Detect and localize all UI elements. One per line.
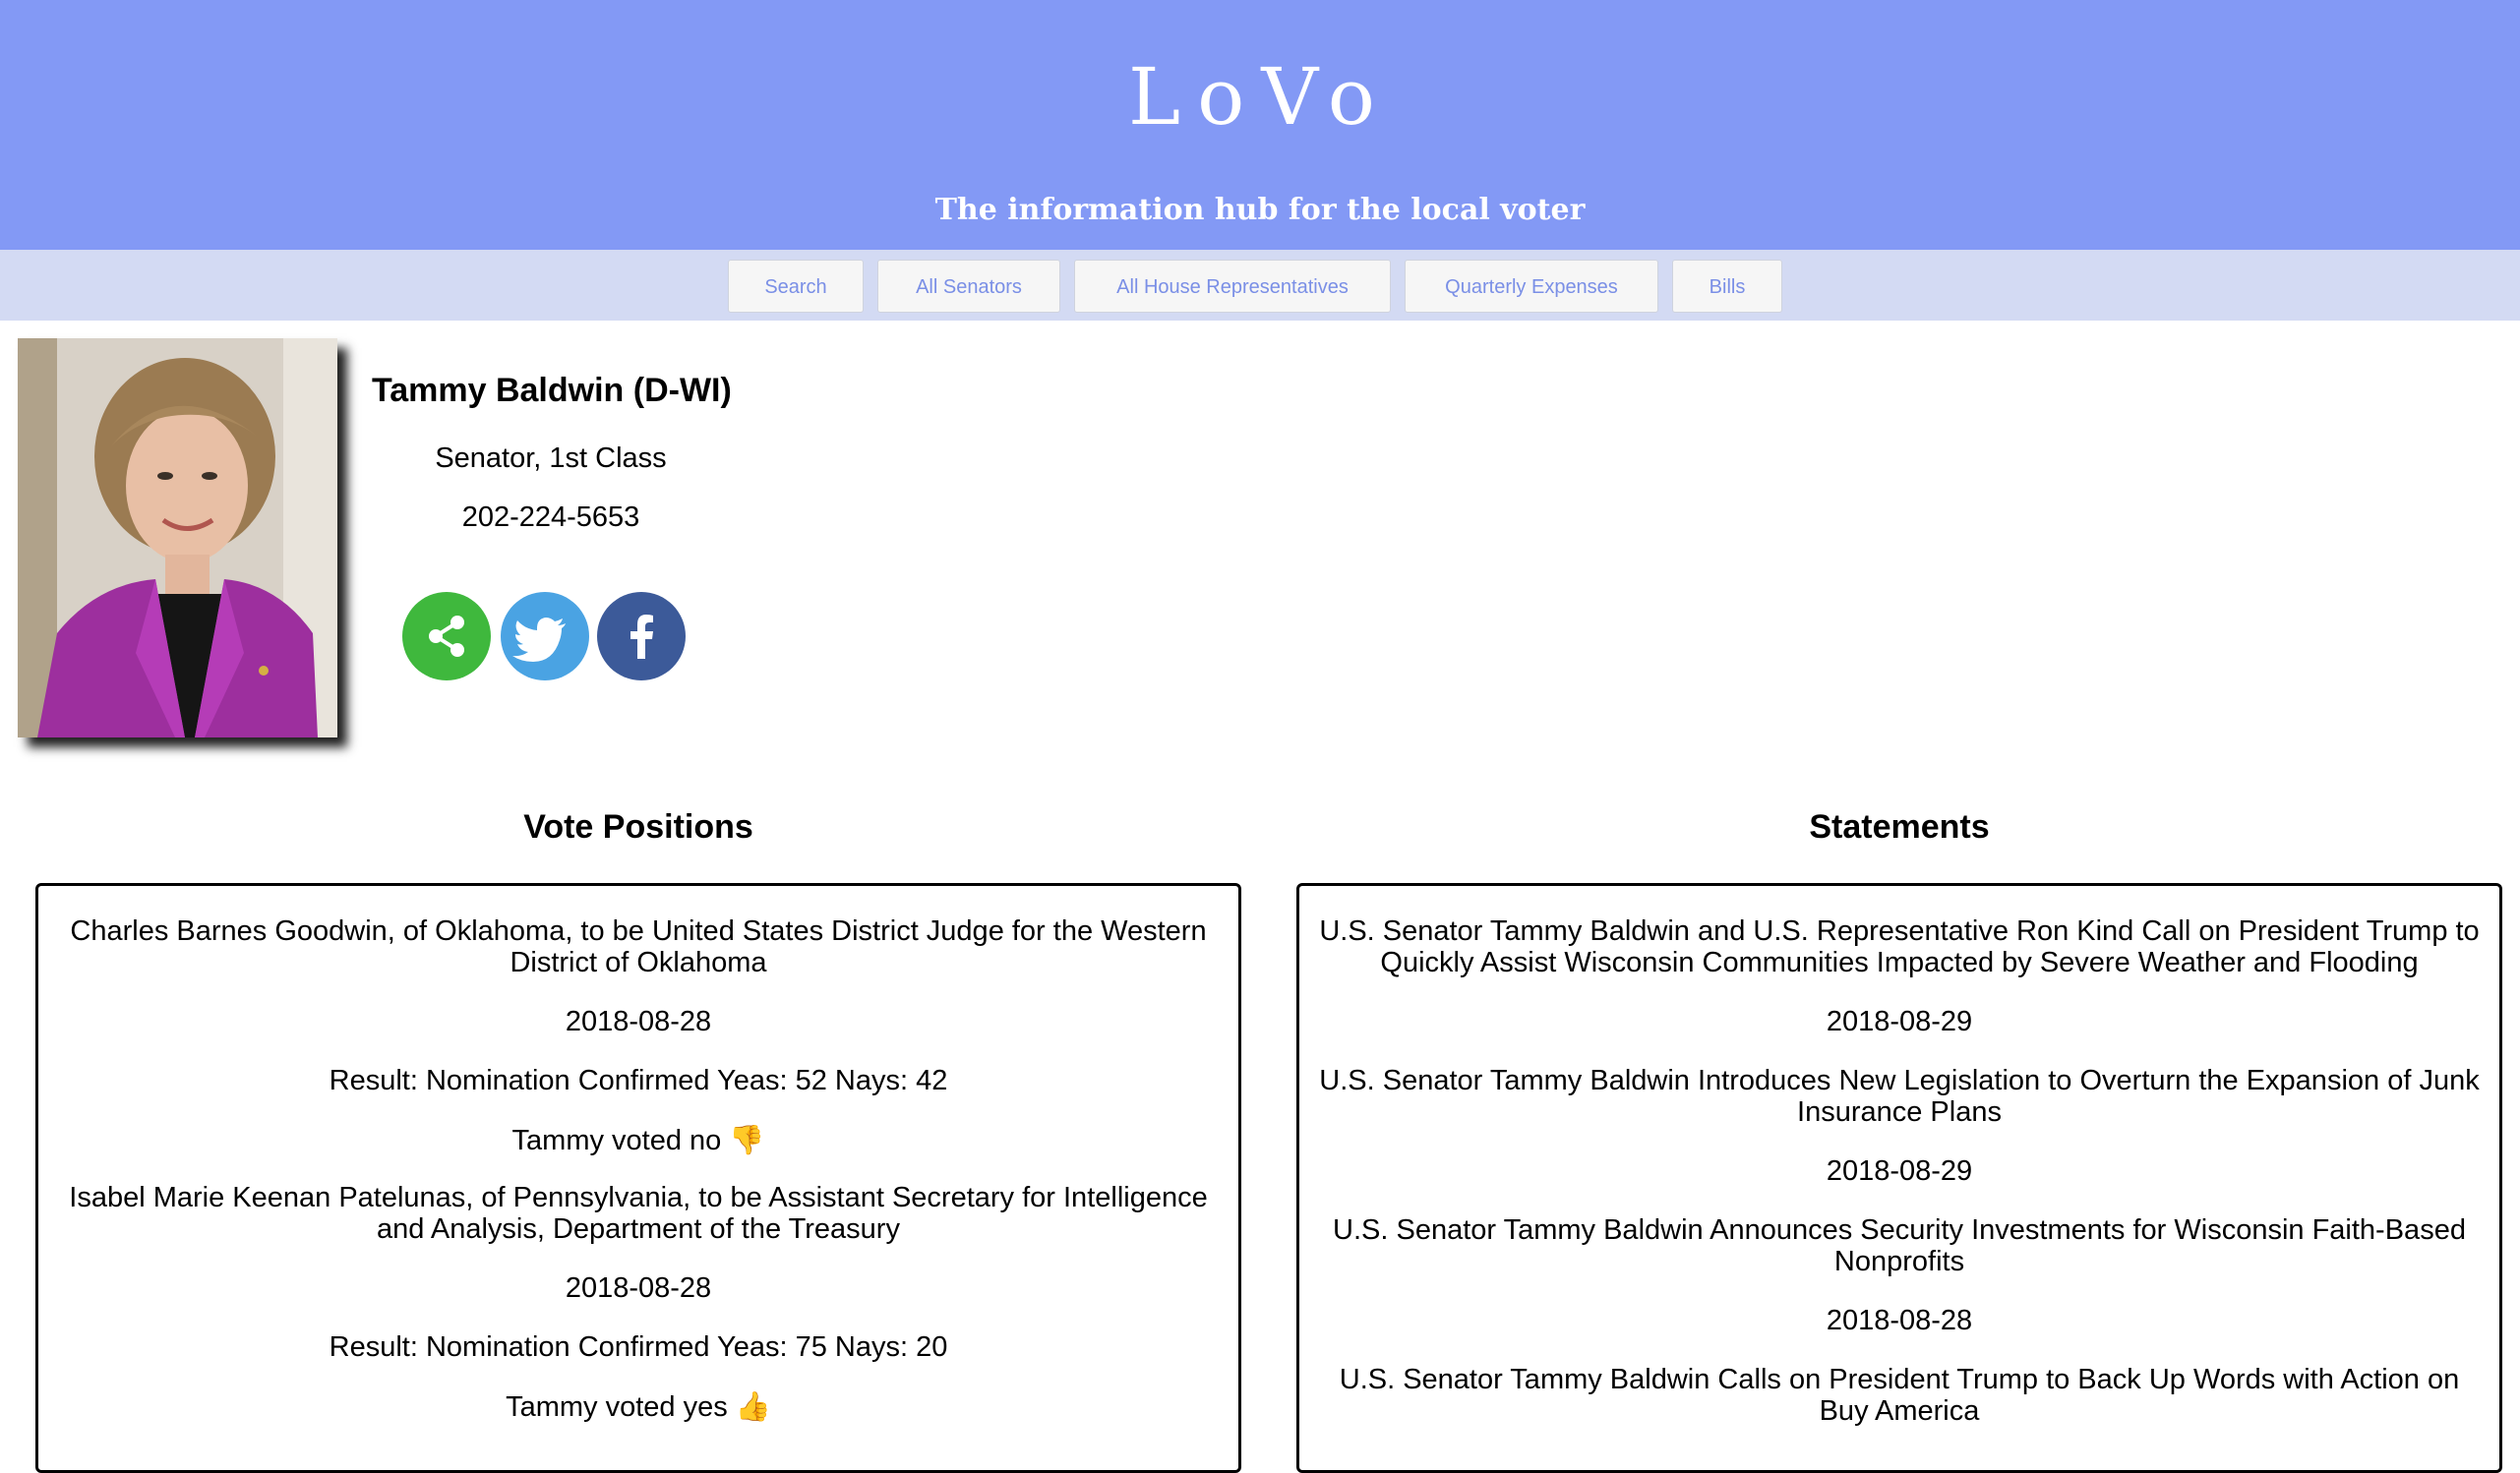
statement-date: 2018-08-28	[1826, 1305, 1973, 1336]
site-logo[interactable]: LoVo	[0, 51, 2520, 143]
vote-description: Isabel Marie Keenan Patelunas, of Pennsy…	[69, 1182, 1208, 1245]
thumbs-up-icon: 👍	[735, 1389, 771, 1423]
statement-date: 2018-08-29	[1826, 1006, 1973, 1037]
vote-text: Tammy voted no	[511, 1125, 722, 1156]
vote-item: Charles Barnes Goodwin, of Oklahoma, to …	[68, 915, 1209, 1156]
statement-date: 2018-08-29	[1826, 1155, 1973, 1187]
statement-title[interactable]: U.S. Senator Tammy Baldwin Introduces Ne…	[1313, 1065, 2486, 1128]
vote-position: Tammy voted no 👎	[68, 1124, 1209, 1156]
statement-title[interactable]: U.S. Senator Tammy Baldwin Calls on Pres…	[1313, 1364, 2486, 1427]
statements-panel[interactable]: U.S. Senator Tammy Baldwin and U.S. Repr…	[1296, 883, 2502, 1473]
vote-result: Result: Nomination Confirmed Yeas: 52 Na…	[329, 1065, 948, 1096]
statements-heading: Statements	[1809, 808, 1990, 846]
vote-date: 2018-08-28	[565, 1006, 712, 1037]
vote-result: Result: Nomination Confirmed Yeas: 75 Na…	[329, 1331, 948, 1363]
statement-item[interactable]: U.S. Senator Tammy Baldwin Introduces Ne…	[1313, 1065, 2486, 1187]
twitter-button[interactable]	[501, 592, 589, 680]
nav-house-representatives-button[interactable]: All House Representatives	[1074, 260, 1391, 313]
facebook-button[interactable]	[597, 592, 686, 680]
senator-role: Senator, 1st Class	[435, 442, 667, 474]
nav-bills-button[interactable]: Bills	[1672, 260, 1782, 313]
share-button[interactable]	[402, 592, 491, 680]
vote-position: Tammy voted yes 👍	[68, 1390, 1209, 1423]
senator-portrait	[18, 338, 337, 737]
nav-search-button[interactable]: Search	[728, 260, 864, 313]
vote-positions-panel[interactable]: Charles Barnes Goodwin, of Oklahoma, to …	[35, 883, 1241, 1473]
facebook-icon	[630, 615, 653, 659]
nav-all-senators-button[interactable]: All Senators	[877, 260, 1060, 313]
thumbs-down-icon: 👎	[729, 1123, 765, 1156]
nav-quarterly-expenses-button[interactable]: Quarterly Expenses	[1405, 260, 1658, 313]
vote-text: Tammy voted yes	[506, 1391, 728, 1423]
vote-item: Isabel Marie Keenan Patelunas, of Pennsy…	[68, 1182, 1209, 1423]
vote-description: Charles Barnes Goodwin, of Oklahoma, to …	[70, 915, 1207, 978]
share-icon	[429, 616, 464, 657]
statement-title[interactable]: U.S. Senator Tammy Baldwin and U.S. Repr…	[1313, 915, 2486, 978]
senator-name: Tammy Baldwin (D-WI)	[372, 372, 732, 409]
main-nav: Search All Senators All House Representa…	[0, 250, 2520, 321]
statement-item[interactable]: U.S. Senator Tammy Baldwin Calls on Pres…	[1313, 1364, 2486, 1427]
statement-title[interactable]: U.S. Senator Tammy Baldwin Announces Sec…	[1313, 1214, 2486, 1277]
vote-positions-heading: Vote Positions	[523, 808, 753, 846]
site-tagline: The information hub for the local voter	[934, 193, 1586, 227]
statement-item[interactable]: U.S. Senator Tammy Baldwin Announces Sec…	[1313, 1214, 2486, 1336]
senator-phone: 202-224-5653	[461, 501, 640, 533]
twitter-icon	[512, 618, 566, 662]
vote-date: 2018-08-28	[565, 1272, 712, 1304]
site-header: LoVo The information hub for the local v…	[0, 0, 2520, 250]
statement-item[interactable]: U.S. Senator Tammy Baldwin and U.S. Repr…	[1313, 915, 2486, 1037]
